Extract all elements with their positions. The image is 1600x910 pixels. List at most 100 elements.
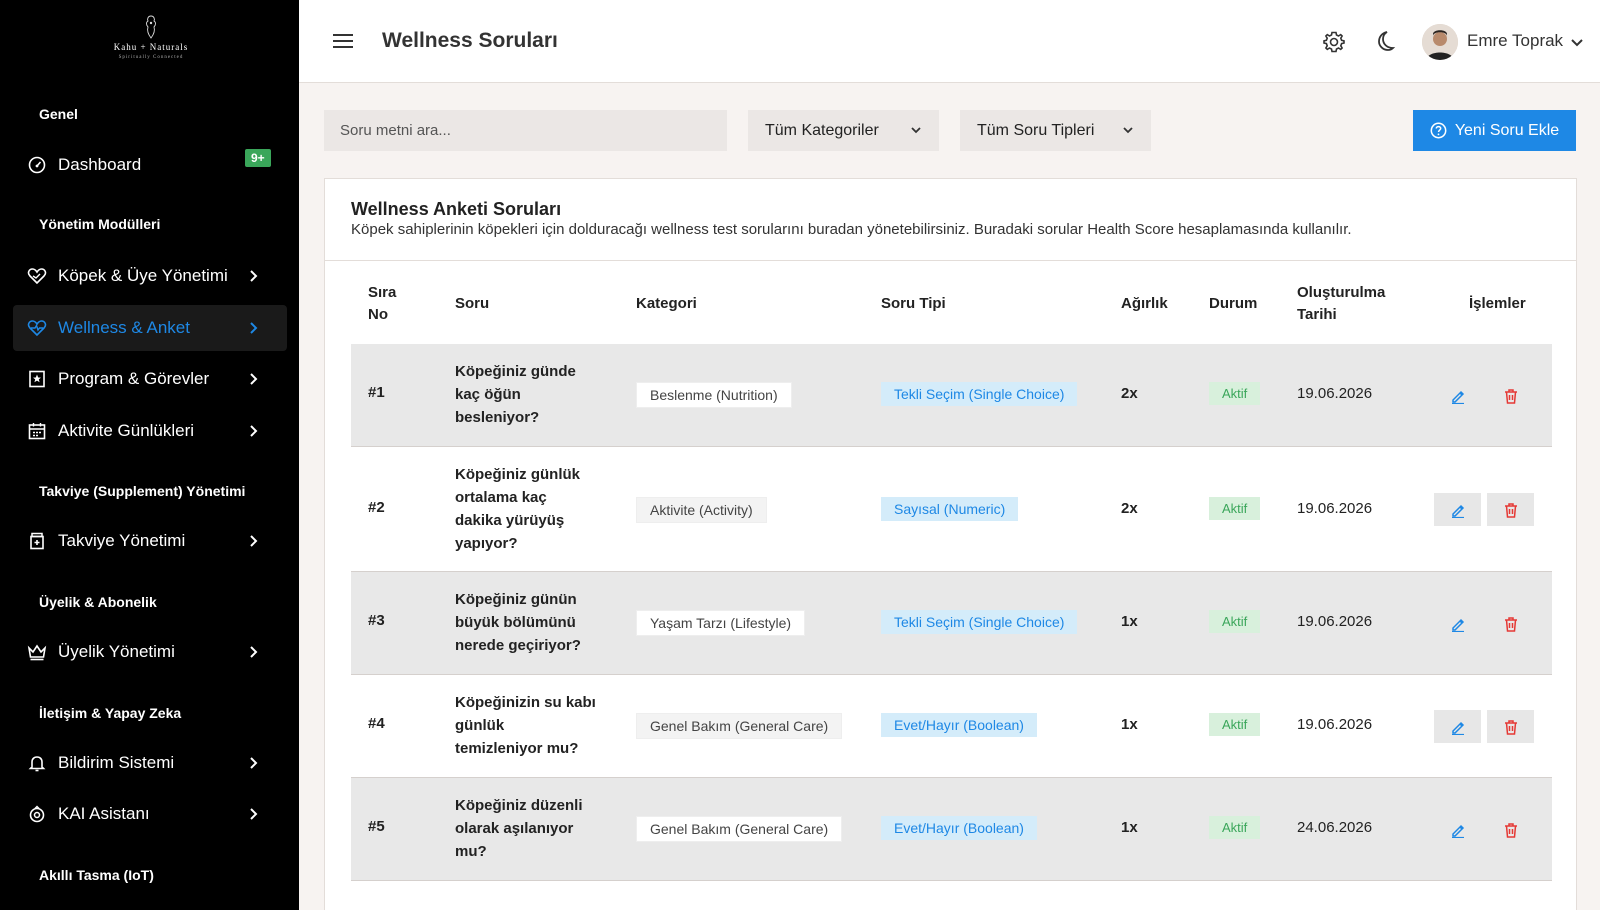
section-takviye: Takviye (Supplement) Yönetimi [39, 483, 246, 499]
sidebar: Kahu + Naturals Spiritually Connected Ge… [0, 0, 299, 910]
th-weight: Ağırlık [1121, 295, 1168, 312]
table-row[interactable]: #2 Köpeğiniz günlük ortalama kaç dakika yü… [351, 447, 1552, 572]
created-date: 19.06.2026 [1297, 500, 1373, 517]
robot-icon [27, 804, 47, 824]
pill-bottle-icon [27, 531, 47, 551]
sidebar-item-label: Üyelik Yönetimi [58, 642, 175, 661]
sidebar-item-label: Dashboard [58, 155, 142, 174]
brand-logo[interactable]: Kahu + Naturals Spiritually Connected [96, 14, 206, 60]
table-row[interactable]: #5 Köpeğiniz düzenli olarak aşılanıyor mu?… [351, 778, 1552, 881]
sidebar-item-label: KAI Asistanı [58, 804, 150, 823]
delete-button[interactable] [1487, 607, 1534, 640]
sidebar-item-kopek-uye[interactable]: Köpek & Üye Yönetimi [13, 253, 287, 299]
sidebar-item-kai[interactable]: KAI Asistanı [13, 791, 287, 837]
trash-icon [1504, 822, 1517, 838]
question-text: Köpeğinizin su kabı günlük temizleniyor mu… [455, 694, 596, 757]
type-tag: Evet/Hayır (Boolean) [881, 713, 1037, 737]
edit-button[interactable] [1434, 607, 1481, 640]
bell-icon [27, 753, 47, 773]
brand-tagline: Spiritually Connected [118, 55, 184, 60]
chevron-right-icon [250, 373, 258, 385]
sidebar-item-label: Aktivite Günlükleri [58, 421, 195, 440]
sidebar-item-label: Bildirim Sistemi [58, 753, 175, 772]
table-row[interactable]: #1 Köpeğiniz günde kaç öğün besleniyor? Be… [351, 344, 1552, 447]
sidebar-item-label: Program & Görevler [58, 369, 210, 388]
edit-button[interactable] [1434, 710, 1481, 743]
trash-icon [1504, 388, 1517, 404]
delete-button[interactable] [1487, 493, 1534, 526]
chevron-right-icon [250, 270, 258, 282]
th-type: Soru Tipi [881, 295, 946, 312]
brand-name: Kahu + Naturals [113, 42, 189, 52]
question-text: Köpeğiniz günde kaç öğün besleniyor? [455, 363, 576, 426]
type-select[interactable]: Tüm Soru Tipleri [960, 110, 1151, 151]
type-tag: Evet/Hayır (Boolean) [881, 816, 1037, 840]
section-yonetim: Yönetim Modülleri [39, 216, 161, 232]
search-input[interactable] [324, 110, 727, 151]
status-badge: Aktif [1209, 382, 1261, 405]
sidebar-item-wellness[interactable]: Wellness & Anket [13, 305, 287, 351]
type-tag: Tekli Seçim (Single Choice) [881, 610, 1078, 634]
sidebar-item-uyelik[interactable]: Üyelik Yönetimi [13, 629, 287, 675]
sidebar-item-takviye[interactable]: Takviye Yönetimi [13, 518, 287, 564]
add-question-label: Yeni Soru Ekle [1454, 121, 1560, 139]
category-tag: Aktivite (Activity) [636, 497, 767, 523]
trash-icon [1504, 502, 1517, 518]
sidebar-item-label: Köpek & Üye Yönetimi [58, 266, 228, 285]
heart-pulse-icon [27, 318, 47, 338]
sidebar-item-label: Takviye Yönetimi [58, 531, 186, 550]
trash-icon [1504, 616, 1517, 632]
question-text: Köpeğiniz düzenli olarak aşılanıyor mu? [455, 797, 583, 860]
weight-value: 1x [1121, 613, 1138, 630]
weight-value: 1x [1121, 716, 1138, 733]
card-header: Wellness Anketi Soruları Köpek sahipleri… [325, 179, 1576, 261]
chevron-right-icon [250, 757, 258, 769]
pencil-icon [1451, 721, 1464, 735]
edit-button[interactable] [1434, 493, 1481, 526]
chevron-right-icon [250, 535, 258, 547]
gauge-icon [27, 155, 47, 175]
help-circle-icon [1430, 122, 1447, 139]
pencil-icon [1451, 824, 1464, 838]
add-question-button[interactable]: Yeni Soru Ekle [1413, 110, 1576, 151]
th-status: Durum [1209, 295, 1258, 312]
question-text: Köpeğiniz günün büyük bölümünü nerede geçi… [455, 591, 581, 654]
sidebar-item-label: Wellness & Anket [58, 318, 190, 337]
chevron-down-icon[interactable] [1569, 34, 1585, 50]
chevron-right-icon [250, 322, 258, 334]
gear-icon[interactable] [1322, 30, 1346, 54]
user-name[interactable]: Emre Toprak [1467, 31, 1563, 51]
chevron-right-icon [250, 425, 258, 437]
calendar-icon [27, 421, 47, 441]
avatar[interactable] [1422, 24, 1458, 60]
section-iletisim: İletişim & Yapay Zeka [39, 705, 182, 721]
pencil-icon [1451, 390, 1464, 404]
pencil-icon [1451, 504, 1464, 518]
category-select[interactable]: Tüm Kategoriler [748, 110, 939, 151]
delete-button[interactable] [1487, 379, 1534, 412]
type-tag: Sayısal (Numeric) [881, 497, 1019, 521]
created-date: 19.06.2026 [1297, 385, 1373, 402]
th-category: Kategori [636, 295, 697, 312]
notification-badge: 9+ [245, 149, 271, 167]
card-title: Wellness Anketi Soruları [351, 199, 562, 219]
hamburger-menu-icon[interactable] [332, 32, 354, 50]
row-number: #2 [368, 499, 385, 516]
sidebar-item-program[interactable]: Program & Görevler [13, 356, 287, 402]
edit-button[interactable] [1434, 813, 1481, 846]
category-tag: Genel Bakım (General Care) [636, 713, 843, 739]
edit-button[interactable] [1434, 379, 1481, 412]
crown-icon [27, 642, 47, 662]
table-row[interactable]: #4 Köpeğinizin su kabı günlük temizleniyor… [351, 675, 1552, 778]
delete-button[interactable] [1487, 710, 1534, 743]
sidebar-item-bildirim[interactable]: Bildirim Sistemi [13, 740, 287, 786]
delete-button[interactable] [1487, 813, 1534, 846]
category-tag: Beslenme (Nutrition) [636, 382, 792, 408]
type-tag: Tekli Seçim (Single Choice) [881, 382, 1078, 406]
sidebar-item-aktivite[interactable]: Aktivite Günlükleri [13, 408, 287, 454]
created-date: 19.06.2026 [1297, 716, 1373, 733]
sidebar-item-dashboard[interactable]: Dashboard 9+ [13, 142, 287, 188]
moon-icon[interactable] [1372, 29, 1396, 53]
chevron-right-icon [250, 646, 258, 658]
table-row[interactable]: #3 Köpeğiniz günün büyük bölümünü nerede g… [351, 572, 1552, 675]
